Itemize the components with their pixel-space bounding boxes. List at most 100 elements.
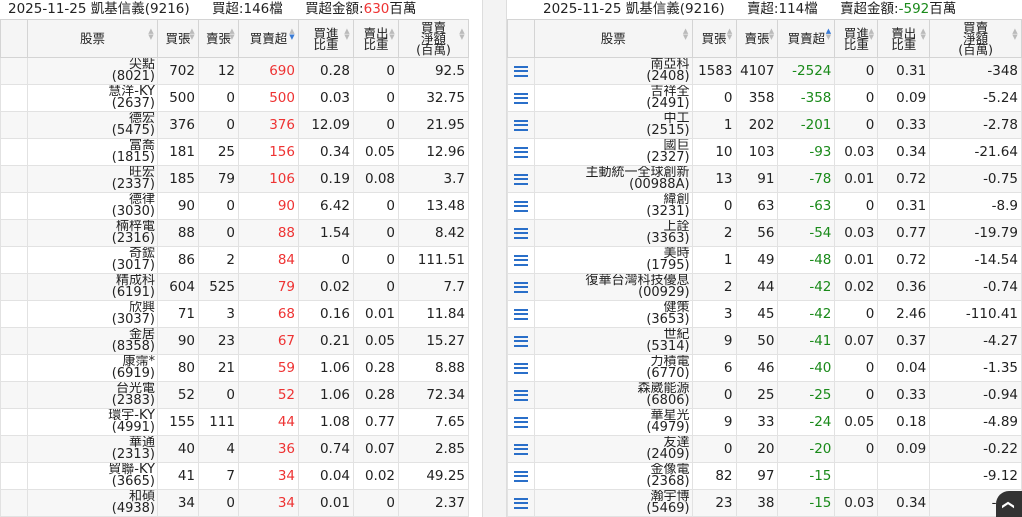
table-row[interactable]: 華星光 (4979) 9 33 -24 0.05 0.18 -4.89 (507, 408, 1022, 436)
stock-name-cell[interactable]: 復華台灣科技優息 (00929) (533, 273, 693, 301)
scroll-top-button[interactable]: ❮ (996, 491, 1022, 517)
row-icon-cell[interactable] (507, 435, 535, 463)
col-sell-ratio-header[interactable]: 賣出 比重 ▲ ▼ (877, 19, 931, 58)
sort-icon[interactable]: ▲ ▼ (148, 28, 154, 41)
stock-name-cell[interactable]: 金居 (8358) (27, 327, 158, 355)
list-icon[interactable] (513, 335, 528, 347)
table-row[interactable]: 尖點 (8021) 702 12 690 0.28 0 92.5 (0, 57, 469, 85)
table-row[interactable]: 上詮 (3363) 2 56 -54 0.03 0.77 -19.79 (507, 219, 1022, 247)
sort-icon[interactable]: ▲ ▼ (768, 28, 774, 41)
row-icon-cell[interactable] (507, 84, 535, 112)
stock-name-cell[interactable]: 華星光 (4979) (533, 408, 693, 436)
stock-name-cell[interactable]: 奇鋐 (3017) (27, 246, 158, 274)
list-icon[interactable] (513, 227, 528, 239)
col-sell-lots-header[interactable]: 賣張 ▲ ▼ (198, 19, 239, 58)
list-icon[interactable] (513, 119, 528, 131)
col-net-amount-header[interactable]: 買賣 淨額 (百萬) ▲ ▼ (929, 19, 1022, 58)
stock-name-cell[interactable]: 健策 (3653) (533, 300, 693, 328)
stock-name-cell[interactable]: 精成科 (6191) (27, 273, 158, 301)
stock-name-cell[interactable]: 瀚宇博 (5469) (533, 489, 693, 517)
list-icon[interactable] (513, 65, 528, 77)
table-row[interactable]: 奇鋐 (3017) 86 2 84 0 0 111.51 (0, 246, 469, 274)
row-icon-cell[interactable] (507, 300, 535, 328)
row-icon-cell[interactable] (507, 165, 535, 193)
row-icon-cell[interactable] (507, 246, 535, 274)
stock-name-cell[interactable]: 南亞科 (2408) (533, 57, 693, 85)
col-sell-lots-header[interactable]: 賣張 ▲ ▼ (735, 19, 779, 58)
list-icon[interactable] (513, 173, 528, 185)
list-icon[interactable] (513, 92, 528, 104)
table-row[interactable]: 森崴能源 (6806) 0 25 -25 0 0.33 -0.94 (507, 381, 1022, 409)
stock-name-cell[interactable]: 貿聯-KY (3665) (27, 462, 158, 490)
sort-icon[interactable]: ▲ ▼ (727, 28, 733, 41)
stock-name-cell[interactable]: 楠梓電 (2316) (27, 219, 158, 247)
table-row[interactable]: 主動統一全球創新 (00988A) 13 91 -78 0.01 0.72 -0.75 (507, 165, 1022, 193)
col-buy-ratio-header[interactable]: 買進 比重 ▲ ▼ (834, 19, 879, 58)
sort-icon[interactable]: ▲ ▼ (289, 28, 295, 41)
row-icon-cell[interactable] (507, 381, 535, 409)
table-row[interactable]: 德宏 (5475) 376 0 376 12.09 0 21.95 (0, 111, 469, 139)
col-buy-ratio-header[interactable]: 買進 比重 ▲ ▼ (298, 19, 354, 58)
stock-name-cell[interactable]: 慧洋-KY (2637) (27, 84, 158, 112)
table-row[interactable]: 緯創 (3231) 0 63 -63 0 0.31 -8.9 (507, 192, 1022, 220)
row-icon-cell[interactable] (507, 57, 535, 85)
sort-icon[interactable]: ▲ ▼ (683, 28, 689, 41)
table-row[interactable]: 貿聯-KY (3665) 41 7 34 0.04 0.02 49.25 (0, 462, 469, 490)
stock-name-cell[interactable]: 美時 (1795) (533, 246, 693, 274)
stock-name-cell[interactable]: 主動統一全球創新 (00988A) (533, 165, 693, 193)
sort-icon[interactable]: ▲ ▼ (189, 28, 195, 41)
sort-icon[interactable]: ▲ ▼ (459, 28, 465, 41)
row-icon-cell[interactable] (507, 354, 535, 382)
table-row[interactable]: 金居 (8358) 90 23 67 0.21 0.05 15.27 (0, 327, 469, 355)
table-row[interactable]: 欣興 (3037) 71 3 68 0.16 0.01 11.84 (0, 300, 469, 328)
stock-name-cell[interactable]: 德宏 (5475) (27, 111, 158, 139)
table-row[interactable]: 精成科 (6191) 604 525 79 0.02 0 7.7 (0, 273, 469, 301)
stock-name-cell[interactable]: 力積電 (6770) (533, 354, 693, 382)
table-row[interactable]: 環宇-KY (4991) 155 111 44 1.08 0.77 7.65 (0, 408, 469, 436)
col-net-lots-header[interactable]: 買賣超 ▲ ▼ (777, 19, 836, 58)
stock-name-cell[interactable]: 森崴能源 (6806) (533, 381, 693, 409)
sort-icon[interactable]: ▲ ▼ (868, 28, 874, 41)
stock-name-cell[interactable]: 環宇-KY (4991) (27, 408, 158, 436)
table-row[interactable]: 美時 (1795) 1 49 -48 0.01 0.72 -14.54 (507, 246, 1022, 274)
stock-name-cell[interactable]: 上詮 (3363) (533, 219, 693, 247)
table-row[interactable]: 世紀 (5314) 9 50 -41 0.07 0.37 -4.27 (507, 327, 1022, 355)
table-row[interactable]: 富喬 (1815) 181 25 156 0.34 0.05 12.96 (0, 138, 469, 166)
row-icon-cell[interactable] (507, 111, 535, 139)
table-row[interactable]: 力積電 (6770) 6 46 -40 0 0.04 -1.35 (507, 354, 1022, 382)
row-icon-cell[interactable] (507, 462, 535, 490)
table-row[interactable]: 瀚宇博(5469)2338-150.030.34-1.4 (507, 489, 1022, 517)
sort-icon[interactable]: ▲ ▼ (389, 28, 395, 41)
col-stock-header[interactable]: 股票 ▲ ▼ (27, 19, 158, 58)
sort-icon[interactable]: ▲ ▼ (825, 28, 831, 41)
table-row[interactable]: 華通 (2313) 40 4 36 0.74 0.07 2.85 (0, 435, 469, 463)
stock-name-cell[interactable]: 尖點 (8021) (27, 57, 158, 85)
row-icon-cell[interactable] (507, 138, 535, 166)
stock-name-cell[interactable]: 華通 (2313) (27, 435, 158, 463)
table-row[interactable]: 康霈* (6919) 80 21 59 1.06 0.28 8.88 (0, 354, 469, 382)
list-icon[interactable] (513, 254, 528, 266)
list-icon[interactable] (513, 362, 528, 374)
list-icon[interactable] (513, 470, 528, 482)
table-row[interactable]: 台光電 (2383) 52 0 52 1.06 0.28 72.34 (0, 381, 469, 409)
stock-name-cell[interactable]: 康霈* (6919) (27, 354, 158, 382)
stock-name-cell[interactable]: 旺宏 (2337) (27, 165, 158, 193)
stock-name-cell[interactable]: 金像電 (2368) (533, 462, 693, 490)
table-row[interactable]: 南亞科 (2408) 1583 4107 -2524 0 0.31 -348 (507, 57, 1022, 85)
stock-name-cell[interactable]: 欣興 (3037) (27, 300, 158, 328)
stock-name-cell[interactable]: 國巨 (2327) (533, 138, 693, 166)
table-row[interactable]: 德律 (3030) 90 0 90 6.42 0 13.48 (0, 192, 469, 220)
col-sell-ratio-header[interactable]: 賣出 比重 ▲ ▼ (353, 19, 399, 58)
col-buy-lots-header[interactable]: 買張 ▲ ▼ (691, 19, 737, 58)
col-net-amount-header[interactable]: 買賣 淨額 (百萬) ▲ ▼ (398, 19, 469, 58)
list-icon[interactable] (513, 497, 528, 509)
table-row[interactable]: 國巨 (2327) 10 103 -93 0.03 0.34 -21.64 (507, 138, 1022, 166)
sort-icon[interactable]: ▲ ▼ (229, 28, 235, 41)
list-icon[interactable] (513, 308, 528, 320)
stock-name-cell[interactable]: 和碩 (4938) (27, 489, 158, 517)
stock-name-cell[interactable]: 德律 (3030) (27, 192, 158, 220)
stock-name-cell[interactable]: 富喬 (1815) (27, 138, 158, 166)
stock-name-cell[interactable]: 友達 (2409) (533, 435, 693, 463)
table-row[interactable]: 旺宏 (2337) 185 79 106 0.19 0.08 3.7 (0, 165, 469, 193)
list-icon[interactable] (513, 389, 528, 401)
